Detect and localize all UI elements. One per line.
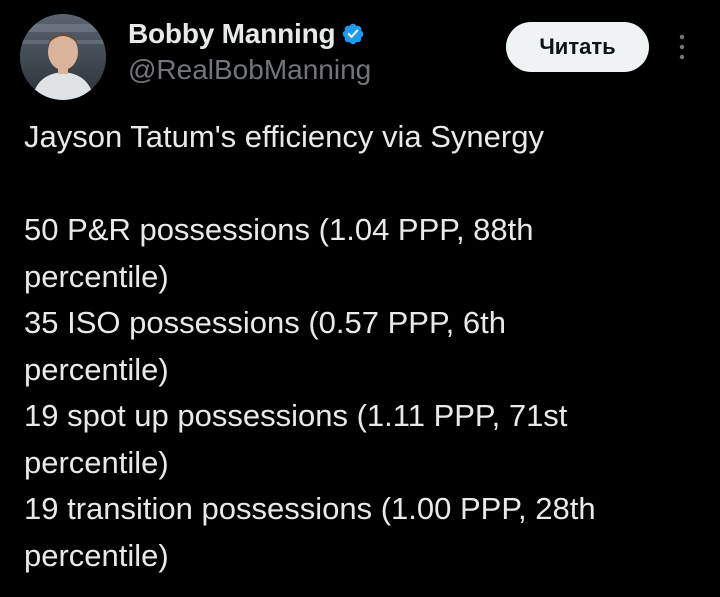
stat-item: 50 P&R possessions (1.04 PPP, 88th perce…	[24, 207, 714, 300]
author-handle[interactable]: @RealBobManning	[128, 54, 371, 86]
verified-badge-icon[interactable]	[341, 22, 365, 46]
tweet-card: Bobby Manning @RealBobManning Читать Jay…	[0, 0, 720, 597]
tweet-headline: Jayson Tatum's efficiency via Synergy	[24, 119, 544, 154]
stat-line: 35 ISO possessions (0.57 PPP, 6th	[24, 305, 506, 340]
tweet-text: Jayson Tatum's efficiency via Synergy 50…	[24, 114, 714, 579]
stat-line: 19 transition possessions (1.00 PPP, 28t…	[24, 491, 596, 526]
stat-item: 19 spot up possessions (1.11 PPP, 71st p…	[24, 393, 714, 486]
stat-item: 35 ISO possessions (0.57 PPP, 6th percen…	[24, 300, 714, 393]
stat-item: 19 transition possessions (1.00 PPP, 28t…	[24, 486, 714, 579]
stat-line-continued: percentile)	[24, 258, 169, 294]
author-block: Bobby Manning @RealBobManning	[128, 16, 371, 86]
stat-line-continued: percentile)	[24, 444, 169, 480]
stat-line: 19 spot up possessions (1.11 PPP, 71st	[24, 398, 568, 433]
stat-line-continued: percentile)	[24, 537, 169, 573]
avatar[interactable]	[20, 14, 106, 100]
follow-button[interactable]: Читать	[506, 22, 649, 72]
author-name-row: Bobby Manning	[128, 16, 371, 52]
stat-line-continued: percentile)	[24, 351, 169, 387]
more-options-icon[interactable]	[670, 30, 694, 64]
author-display-name[interactable]: Bobby Manning	[128, 18, 336, 50]
stat-line: 50 P&R possessions (1.04 PPP, 88th	[24, 212, 534, 247]
avatar-image	[20, 14, 106, 100]
